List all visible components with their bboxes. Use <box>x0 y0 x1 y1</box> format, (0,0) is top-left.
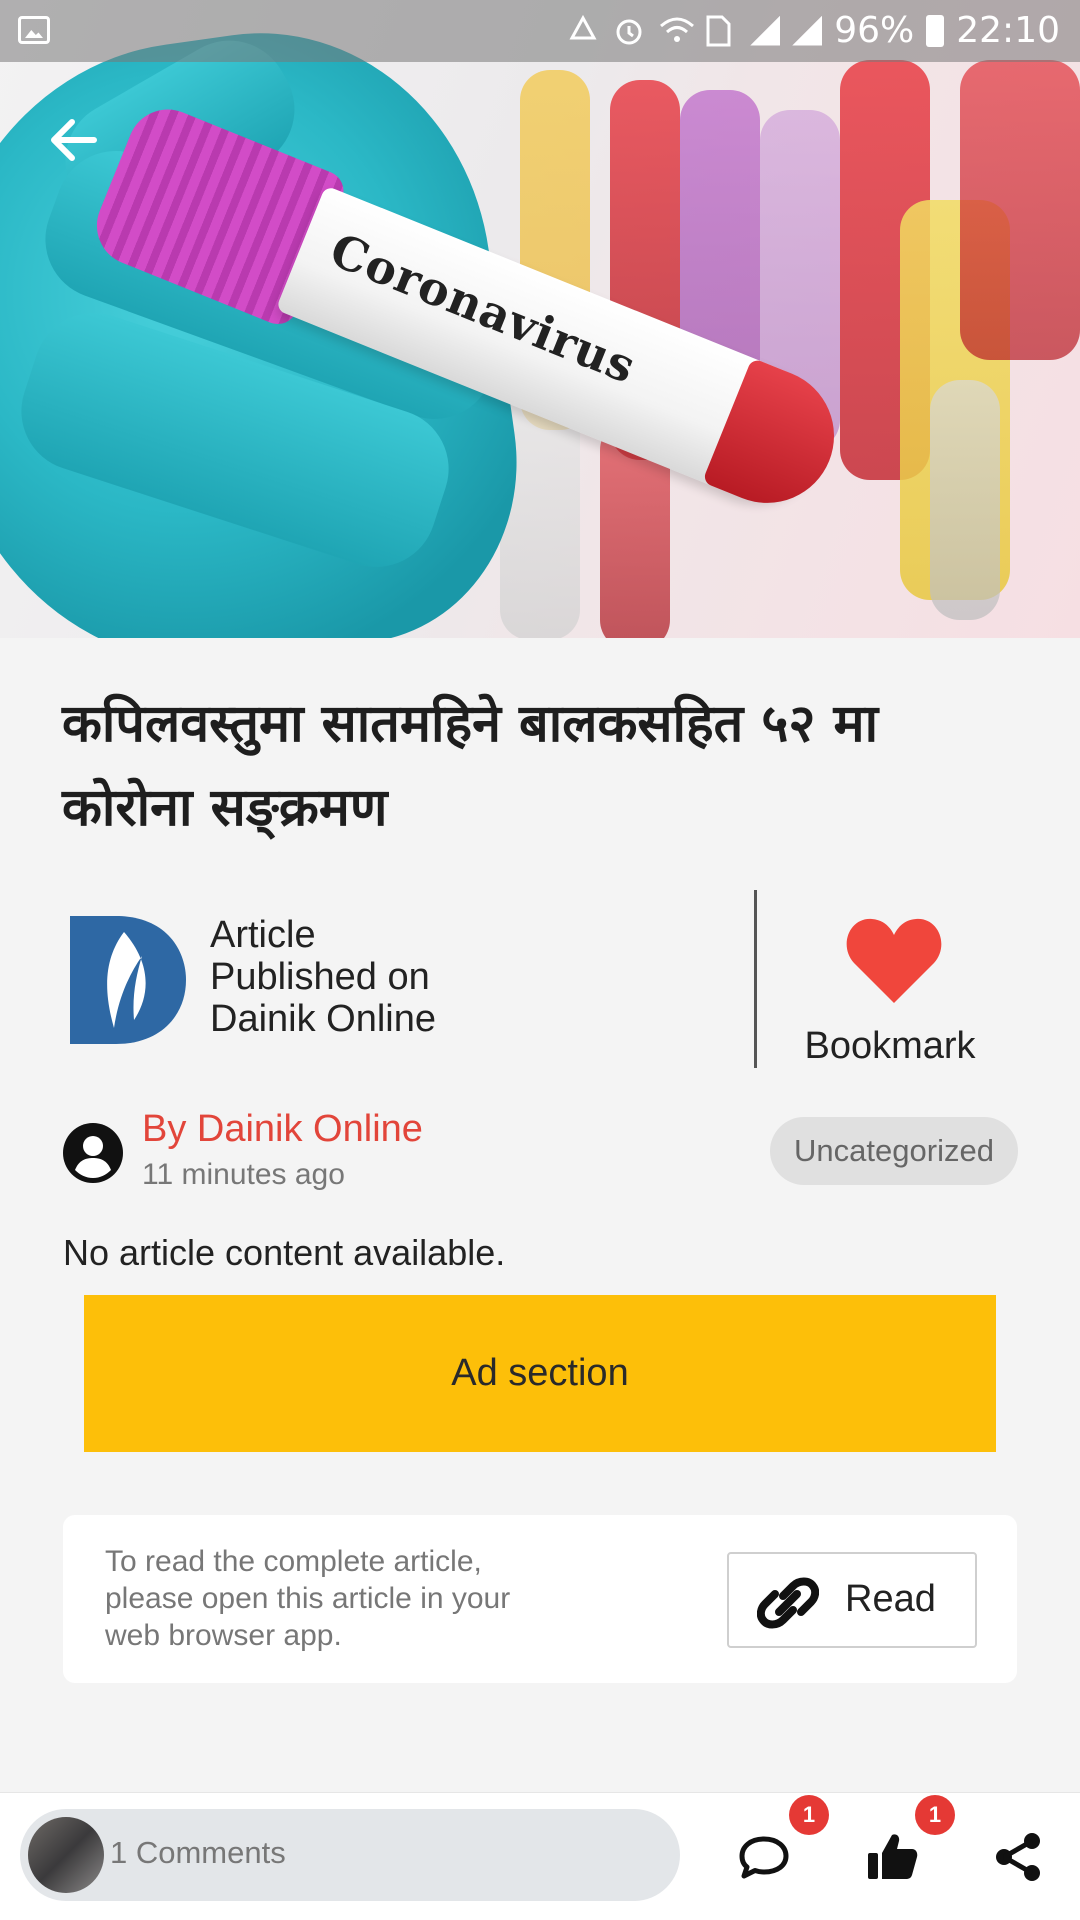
back-button[interactable] <box>44 110 104 170</box>
bookmark-label: Bookmark <box>804 1025 976 1067</box>
source-line-3: Dainik Online <box>210 998 436 1040</box>
comment-button[interactable] <box>736 1829 792 1885</box>
status-bar: 96% 22:10 <box>0 0 1080 62</box>
read-prompt: To read the complete article, please ope… <box>105 1545 511 1652</box>
gallery-notification-icon <box>18 16 50 44</box>
source-info: Article Published on Dainik Online <box>210 914 530 1040</box>
share-icon <box>996 1833 1040 1881</box>
battery-icon <box>926 14 945 47</box>
user-avatar <box>28 1817 104 1893</box>
heart-icon <box>846 918 942 1003</box>
bookmark-button[interactable]: Bookmark <box>770 905 1010 1075</box>
like-badge: 1 <box>915 1795 955 1835</box>
share-button[interactable] <box>990 1829 1046 1885</box>
published-time: 11 minutes ago <box>142 1158 345 1191</box>
comments-input[interactable]: 1 Comments <box>20 1809 680 1901</box>
comment-badge: 1 <box>789 1795 829 1835</box>
sim-icon <box>704 14 738 48</box>
article-content: No article content available. <box>63 1232 506 1273</box>
author-avatar-icon <box>62 1122 124 1184</box>
link-icon <box>757 1577 819 1629</box>
article-title: कपिलवस्तुमा सातमहिने बालकसहित ५२ मा कोरो… <box>62 694 879 838</box>
bottom-action-bar: 1 Comments 1 1 <box>0 1792 1080 1920</box>
arrow-left-icon <box>51 119 97 161</box>
comments-count-label: 1 Comments <box>110 1835 286 1870</box>
source-line-1: Article <box>210 914 316 956</box>
source-logo <box>66 916 186 1044</box>
recycle-icon <box>566 14 600 48</box>
divider <box>754 890 757 1068</box>
clock: 22:10 <box>956 10 1060 51</box>
source-line-2: Published on <box>210 956 430 998</box>
author-name[interactable]: By Dainik Online <box>142 1108 423 1151</box>
article-hero-image: Coronavirus <box>0 0 1080 638</box>
alarm-icon <box>612 14 646 48</box>
read-button[interactable]: Read <box>727 1552 977 1648</box>
ad-section[interactable]: Ad section <box>84 1295 996 1452</box>
read-full-article-card: To read the complete article, please ope… <box>63 1515 1017 1683</box>
signal-icon <box>750 15 781 46</box>
like-button[interactable] <box>864 1829 920 1885</box>
battery-percent: 96% <box>834 10 915 51</box>
read-button-label: Read <box>845 1578 936 1620</box>
signal-icon-2 <box>792 15 823 46</box>
thumbs-up-icon <box>868 1834 918 1879</box>
wifi-icon <box>658 14 695 48</box>
category-chip[interactable]: Uncategorized <box>770 1117 1018 1185</box>
speech-bubble-icon <box>739 1836 789 1879</box>
